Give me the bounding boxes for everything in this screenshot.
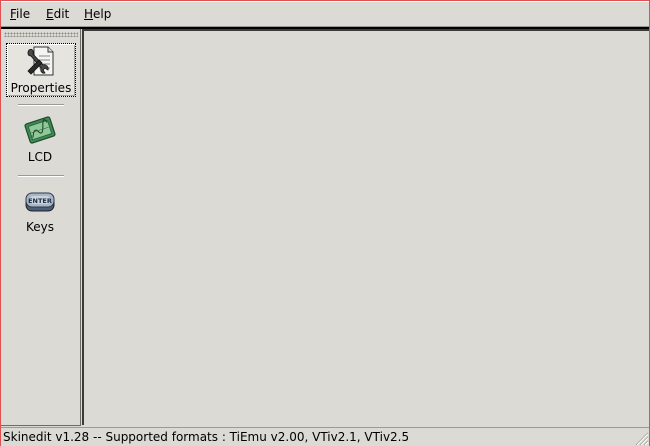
lcd-button[interactable]: LCD	[6, 115, 74, 165]
toolbar-separator	[18, 104, 64, 106]
menu-edit[interactable]: Edit	[46, 7, 69, 21]
lcd-label: LCD	[27, 150, 53, 164]
menu-file-label: ile	[16, 7, 31, 21]
skin-canvas-area[interactable]	[82, 29, 649, 425]
menu-edit-accel: E	[46, 7, 54, 21]
properties-button[interactable]: Properties	[6, 43, 76, 97]
status-text: Skinedit v1.28 -- Supported formats : Ti…	[3, 430, 410, 444]
menu-help-accel: H	[84, 7, 94, 21]
svg-text:ENTER: ENTER	[28, 197, 52, 205]
properties-icon	[27, 46, 54, 76]
properties-label: Properties	[10, 81, 72, 95]
statusbar: Skinedit v1.28 -- Supported formats : Ti…	[1, 427, 649, 446]
tool-sidebar: Properties LCD ENTER Keys	[1, 29, 81, 426]
menu-help[interactable]: Help	[84, 7, 111, 21]
lcd-icon	[24, 116, 56, 144]
main-window: File Edit Help Properties LCD ENTER Keys…	[0, 0, 650, 446]
resize-grip-icon[interactable]	[633, 430, 649, 446]
menu-edit-label: dit	[53, 7, 70, 21]
toolbar-separator	[18, 175, 64, 177]
keys-button[interactable]: ENTER Keys	[6, 187, 74, 237]
menu-help-label: elp	[93, 7, 112, 21]
keys-icon: ENTER	[25, 192, 55, 212]
menubar: File Edit Help	[1, 1, 649, 27]
menu-file[interactable]: File	[10, 7, 30, 21]
toolbar-drag-handle[interactable]	[4, 32, 78, 37]
keys-label: Keys	[25, 220, 54, 234]
